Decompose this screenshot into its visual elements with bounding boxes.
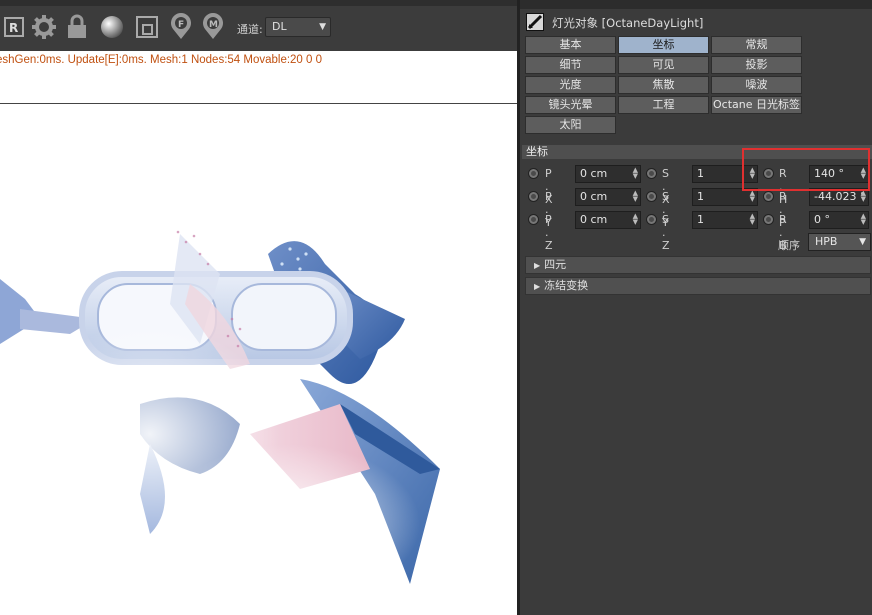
stepper-icon[interactable]: ▲ ▼: [633, 213, 638, 226]
label-sz: S . Z: [662, 213, 671, 252]
field-sz[interactable]: 1 ▲ ▼: [692, 211, 758, 229]
attribute-manager: 灯光对象 [OctaneDayLight] 基本 坐标 常规 细节 可见 投影 …: [517, 0, 872, 615]
stepper-icon[interactable]: ▲ ▼: [750, 213, 755, 226]
label-pz: P . Z: [545, 213, 554, 252]
radio-py[interactable]: [528, 191, 539, 202]
chevron-right-icon: ▶: [534, 282, 541, 291]
lock-icon[interactable]: [61, 10, 93, 44]
stepper-icon[interactable]: ▲ ▼: [861, 190, 866, 203]
tab-general[interactable]: 常规: [711, 36, 802, 54]
value-pz: 0 cm: [580, 213, 608, 226]
freeze-transform-label: 冻结变换: [544, 279, 589, 292]
object-header: 灯光对象 [OctaneDayLight]: [522, 12, 872, 32]
tab-coordinates[interactable]: 坐标: [618, 36, 709, 54]
tab-lens-flare[interactable]: 镜头光晕: [525, 96, 616, 114]
tab-noise[interactable]: 噪波: [711, 76, 802, 94]
focus-pin-icon[interactable]: F: [165, 10, 197, 44]
radio-px[interactable]: [528, 168, 539, 179]
rotation-order-label: 顺序: [778, 239, 800, 252]
chevron-down-icon: ▼: [859, 237, 866, 247]
value-sy: 1: [697, 190, 704, 203]
chevron-down-icon: ▼: [319, 22, 326, 32]
rotation-order-select[interactable]: HPB ▼: [808, 233, 871, 251]
tab-octane-daylight-tag[interactable]: Octane 日光标签: [711, 96, 802, 114]
tab-basic[interactable]: 基本: [525, 36, 616, 54]
value-rb: 0 °: [814, 213, 830, 226]
render-stats: eshGen:0ms. Update[E]:0ms. Mesh:1 Nodes:…: [0, 52, 517, 104]
octane-live-viewer: R F M 通道: DL ▼ eshGen:0ms. Update[E]:0ms…: [0, 0, 517, 615]
svg-text:R: R: [9, 21, 18, 35]
chevron-right-icon: ▶: [534, 261, 541, 270]
channel-select[interactable]: DL ▼: [265, 17, 331, 37]
radio-pz[interactable]: [528, 214, 539, 225]
tab-details[interactable]: 细节: [525, 56, 616, 74]
tab-sun[interactable]: 太阳: [525, 116, 616, 134]
render-stats-text: eshGen:0ms. Update[E]:0ms. Mesh:1 Nodes:…: [0, 54, 323, 66]
radio-sx[interactable]: [646, 168, 657, 179]
value-rp: -44.023 °: [814, 190, 866, 203]
rotation-order-value: HPB: [815, 235, 838, 248]
field-py[interactable]: 0 cm ▲ ▼: [575, 188, 641, 206]
tab-project[interactable]: 工程: [618, 96, 709, 114]
stepper-icon[interactable]: ▲ ▼: [633, 167, 638, 180]
channel-select-value: DL: [272, 20, 287, 33]
svg-text:M: M: [209, 20, 218, 30]
material-pin-icon[interactable]: M: [197, 10, 229, 44]
render-region-icon[interactable]: R: [0, 10, 30, 44]
tab-caustics[interactable]: 焦散: [618, 76, 709, 94]
viewport-icon[interactable]: [131, 10, 163, 44]
tab-visibility[interactable]: 可见: [618, 56, 709, 74]
render-image: [0, 230, 440, 604]
object-title: 灯光对象 [OctaneDayLight]: [552, 16, 704, 30]
attribute-menubar: [520, 0, 872, 9]
stepper-icon[interactable]: ▲ ▼: [750, 190, 755, 203]
value-py: 0 cm: [580, 190, 608, 203]
stepper-icon[interactable]: ▲ ▼: [633, 190, 638, 203]
stepper-icon[interactable]: ▲ ▼: [861, 213, 866, 226]
viewer-toolbar: R F M 通道: DL ▼: [0, 6, 517, 51]
highlight-annotation: [742, 148, 870, 191]
value-sx: 1: [697, 167, 704, 180]
radio-rp[interactable]: [763, 191, 774, 202]
freeze-transform-group[interactable]: ▶ 冻结变换: [525, 277, 871, 295]
field-px[interactable]: 0 cm ▲ ▼: [575, 165, 641, 183]
tab-photometric[interactable]: 光度: [525, 76, 616, 94]
settings-gear-icon[interactable]: [28, 10, 60, 44]
channel-label: 通道:: [237, 23, 263, 36]
value-px: 0 cm: [580, 167, 608, 180]
value-sz: 1: [697, 213, 704, 226]
field-rb[interactable]: 0 ° ▲ ▼: [809, 211, 869, 229]
tab-shadow[interactable]: 投影: [711, 56, 802, 74]
radio-sz[interactable]: [646, 214, 657, 225]
light-object-icon: [526, 13, 544, 31]
radio-rb[interactable]: [763, 214, 774, 225]
material-sphere-icon[interactable]: [96, 10, 128, 44]
quaternion-group[interactable]: ▶ 四元: [525, 256, 871, 274]
field-pz[interactable]: 0 cm ▲ ▼: [575, 211, 641, 229]
quaternion-label: 四元: [544, 258, 567, 271]
svg-text:F: F: [178, 20, 184, 30]
radio-sy[interactable]: [646, 191, 657, 202]
render-canvas[interactable]: [0, 104, 517, 615]
